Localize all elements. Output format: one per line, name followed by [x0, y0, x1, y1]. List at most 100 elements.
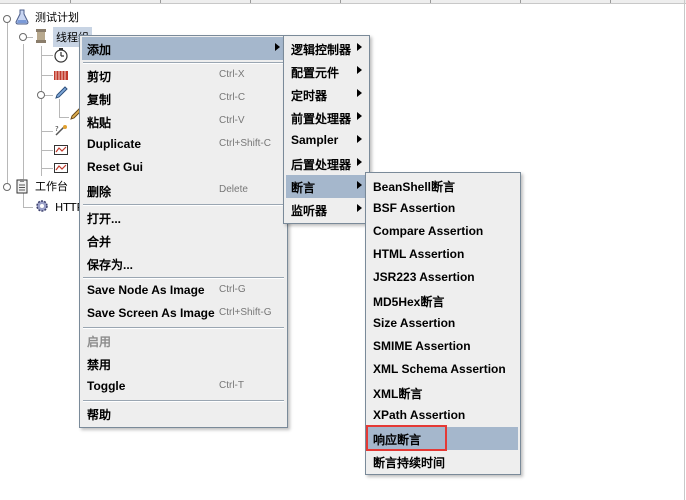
menu-item-pre-processor[interactable]: 前置处理器 [286, 106, 367, 129]
menu-item-shortcut: Ctrl-V [219, 115, 245, 126]
menu-item-label: SMIME Assertion [373, 339, 471, 353]
menu-item-html-assertion[interactable]: HTML Assertion [368, 243, 518, 266]
menu-item-save-screen-image[interactable]: Save Screen As Image Ctrl+Shift-G [82, 302, 285, 325]
menu-item-logic-controller[interactable]: 逻辑控制器 [286, 37, 367, 60]
svg-text:?: ? [55, 125, 59, 133]
menu-item-paste[interactable]: 粘贴 Ctrl-V [82, 110, 285, 133]
menu-item-shortcut: Ctrl-C [219, 92, 246, 103]
menu-item-label: 配置元件 [291, 66, 340, 80]
menu-item-label: 后置处理器 [291, 158, 352, 172]
spool-icon [36, 29, 46, 43]
menu-item-listener[interactable]: 监听器 [286, 198, 367, 221]
annotation-highlight-box [366, 425, 447, 451]
menu-item-label: 保存为... [87, 258, 134, 272]
menu-item-label: MD5Hex断言 [373, 295, 445, 309]
menu-item-open[interactable]: 打开... [82, 206, 285, 229]
submenu-arrow-icon [357, 112, 362, 120]
submenu-arrow-icon [357, 135, 362, 143]
submenu-arrow-icon [357, 89, 362, 97]
menu-item-timer[interactable]: 定时器 [286, 83, 367, 106]
menu-item-delete[interactable]: 删除 Delete [82, 179, 285, 202]
menu-item-beanshell-assertion[interactable]: BeanShell断言 [368, 174, 518, 197]
menu-item-enable: 启用 [82, 329, 285, 352]
menu-item-copy[interactable]: 复制 Ctrl-C [82, 87, 285, 110]
menu-item-size-assertion[interactable]: Size Assertion [368, 312, 518, 335]
menu-item-merge[interactable]: 合并 [82, 229, 285, 252]
menu-item-label: BSF Assertion [373, 201, 456, 215]
menu-item-label: Toggle [87, 379, 126, 393]
menu-item-jsr223-assertion[interactable]: JSR223 Assertion [368, 266, 518, 289]
menu-item-cut[interactable]: 剪切 Ctrl-X [82, 64, 285, 87]
menu-item-label: 剪切 [87, 70, 112, 84]
submenu-arrow-icon [357, 181, 362, 189]
menu-item-label: XML断言 [373, 387, 423, 401]
context-menu: 添加 剪切 Ctrl-X 复制 Ctrl-C 粘贴 Ctrl-V Duplica… [79, 35, 288, 428]
menu-item-label: 定时器 [291, 89, 328, 103]
submenu-arrow-icon [357, 204, 362, 212]
timer-icon [54, 48, 68, 63]
menu-item-label: 添加 [87, 43, 112, 57]
menu-item-save-as[interactable]: 保存为... [82, 252, 285, 275]
tree-expander[interactable] [3, 15, 11, 23]
clipboard-icon [16, 179, 28, 194]
menu-item-disable[interactable]: 禁用 [82, 352, 285, 375]
menu-item-xml-schema-assertion[interactable]: XML Schema Assertion [368, 358, 518, 381]
menu-item-label: Sampler [291, 133, 339, 147]
menu-item-sampler[interactable]: Sampler [286, 129, 367, 152]
top-edge [0, 0, 686, 4]
submenu-arrow-icon [357, 43, 362, 51]
menu-item-label: XML Schema Assertion [373, 362, 506, 376]
menu-item-reset-gui[interactable]: Reset Gui [82, 156, 285, 179]
menu-item-label: Duplicate [87, 137, 142, 151]
menu-item-label: 前置处理器 [291, 112, 352, 126]
tree-expander[interactable] [3, 183, 11, 191]
menu-item-compare-assertion[interactable]: Compare Assertion [368, 220, 518, 243]
listener-icon [54, 145, 68, 155]
menu-item-label: 复制 [87, 93, 112, 107]
menu-item-md5hex-assertion[interactable]: MD5Hex断言 [368, 289, 518, 312]
tree-node-workbench[interactable]: 工作台 [35, 176, 68, 196]
menu-item-duration-assertion[interactable]: 断言持续时间 [368, 450, 518, 473]
menu-item-label: Size Assertion [373, 316, 456, 330]
menu-item-label: 逻辑控制器 [291, 43, 352, 57]
menu-item-save-node-image[interactable]: Save Node As Image Ctrl-G [82, 279, 285, 302]
menu-item-shortcut: Ctrl-G [219, 284, 246, 295]
menu-item-xpath-assertion[interactable]: XPath Assertion [368, 404, 518, 427]
menu-item-label: 断言持续时间 [373, 456, 446, 470]
menu-item-bsf-assertion[interactable]: BSF Assertion [368, 197, 518, 220]
menu-item-config-element[interactable]: 配置元件 [286, 60, 367, 83]
menu-item-help[interactable]: 帮助 [82, 402, 285, 425]
menu-item-label: XPath Assertion [373, 408, 466, 422]
menu-item-label: JSR223 Assertion [373, 270, 475, 284]
menu-item-label: Save Node As Image [87, 283, 205, 297]
dropper-icon [55, 86, 68, 99]
menu-item-label: Compare Assertion [373, 224, 484, 238]
submenu-arrow-icon [357, 66, 362, 74]
menu-item-label: 帮助 [87, 408, 112, 422]
menu-item-shortcut: Ctrl-T [219, 380, 244, 391]
gear-icon [36, 200, 48, 212]
flask-icon [15, 9, 29, 25]
menu-item-shortcut: Ctrl+Shift-G [219, 307, 272, 318]
tree-expander[interactable] [37, 91, 45, 99]
menu-item-assertion[interactable]: 断言 [286, 175, 367, 198]
menu-item-label: HTML Assertion [373, 247, 465, 261]
menu-item-label: BeanShell断言 [373, 180, 456, 194]
menu-item-post-processor[interactable]: 后置处理器 [286, 152, 367, 175]
tree-node-test-plan[interactable]: 测试计划 [35, 7, 79, 27]
assertion-icon: ? [55, 125, 67, 136]
tree-node-label: 测试计划 [35, 11, 79, 24]
tree-expander[interactable] [19, 33, 27, 41]
menu-item-label: 监听器 [291, 204, 328, 218]
menu-item-smime-assertion[interactable]: SMIME Assertion [368, 335, 518, 358]
menu-item-label: 删除 [87, 185, 112, 199]
menu-item-label: 打开... [87, 212, 122, 226]
menu-item-duplicate[interactable]: Duplicate Ctrl+Shift-C [82, 133, 285, 156]
tree-node-label: 工作台 [35, 180, 68, 193]
menu-item-toggle[interactable]: Toggle Ctrl-T [82, 375, 285, 398]
menu-item-label: Reset Gui [87, 160, 144, 174]
menu-item-add[interactable]: 添加 [82, 37, 285, 60]
menu-item-xml-assertion[interactable]: XML断言 [368, 381, 518, 404]
menu-item-label: 禁用 [87, 358, 112, 372]
menu-item-shortcut: Ctrl+Shift-C [219, 138, 271, 149]
